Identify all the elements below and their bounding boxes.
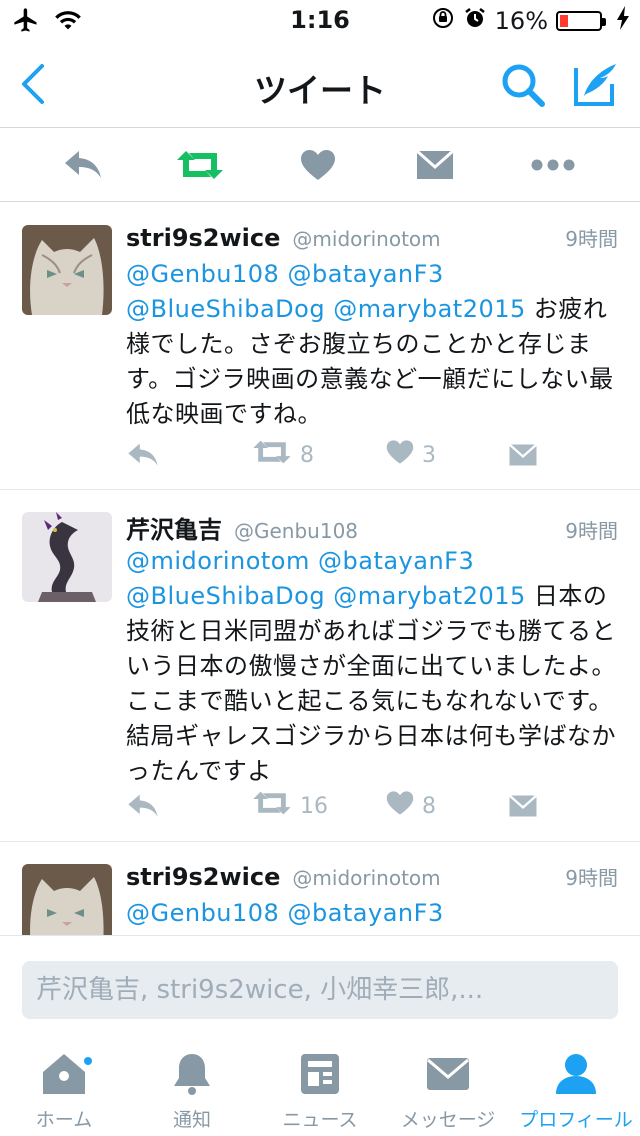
avatar-cat[interactable] [22,864,112,935]
direct-message-icon[interactable] [410,140,460,190]
tab-bar: ホーム 通知 ニュース メッセージ プロフィール [0,1043,640,1136]
tweet-timestamp: 9時間 [565,519,618,543]
tab-news[interactable]: ニュース [256,1051,384,1135]
battery-percent: 16% [494,7,548,35]
tab-label: ニュース [282,1109,358,1131]
tweet-item[interactable]: 芹沢亀吉 @Genbu108 9時間 @midorinotom @batayan… [0,490,640,842]
tab-label: プロフィール [519,1109,633,1131]
profile-icon [555,1052,597,1100]
reply-icon[interactable] [126,437,160,473]
reply-input[interactable] [22,961,618,1019]
reply-icon[interactable] [126,788,160,824]
like-button[interactable]: 3 [386,437,436,473]
tweet-actions: 8 3 [126,437,596,473]
tweet-author-name[interactable]: stri9s2wice [126,863,280,891]
tweet-text: @Genbu108 @batayanF3 [126,896,618,931]
like-icon [386,790,414,822]
status-bar: 1:16 16% [0,0,640,40]
tweet-author-name[interactable]: 芹沢亀吉 [126,510,222,545]
charging-icon [616,6,630,36]
tweet-author-handle[interactable]: @midorinotom [292,866,440,890]
reply-icon[interactable] [58,140,108,190]
tweet-timestamp: 9時間 [565,866,618,890]
avatar-dragon[interactable] [22,512,112,602]
message-icon [426,1057,470,1095]
retweet-button[interactable]: 16 [252,788,328,824]
tab-label: 通知 [172,1109,211,1131]
tweet-author-name[interactable]: stri9s2wice [126,224,280,252]
tab-notifications[interactable]: 通知 [128,1051,256,1135]
avatar-cat[interactable] [22,225,112,315]
like-button[interactable]: 8 [386,788,436,824]
tweet-item[interactable]: stri9s2wice @midorinotom 9時間 @Genbu108 @… [0,203,640,490]
tab-profile[interactable]: プロフィール [512,1051,640,1135]
tweet-mentions[interactable]: @Genbu108 @batayanF3 [126,899,444,927]
like-icon[interactable] [293,140,343,190]
retweet-button[interactable]: 8 [252,437,314,473]
bell-icon [172,1052,212,1100]
tweet-author-handle[interactable]: @midorinotom [292,227,440,251]
tab-home[interactable]: ホーム [0,1051,128,1135]
search-icon[interactable] [500,62,546,108]
reply-bar [0,935,640,1043]
direct-message-icon[interactable] [508,788,538,824]
battery-icon [556,11,606,31]
tweet-action-toolbar [0,128,640,202]
tweet-text: @Genbu108 @batayanF3 @BlueShibaDog @mary… [126,257,618,432]
tweet-body: 日本の技術と日米同盟があればゴジラでも勝てるという日本の傲慢さが全面に出ていまし… [126,582,616,785]
tab-label: ホーム [35,1109,93,1131]
tab-messages[interactable]: メッセージ [384,1051,512,1135]
news-icon [300,1053,340,1099]
retweet-count: 8 [300,442,314,468]
retweet-icon [252,439,292,471]
tweet-item[interactable]: stri9s2wice @midorinotom 9時間 @Genbu108 @… [0,842,640,935]
like-icon [386,439,414,471]
tweet-timestamp: 9時間 [565,227,618,251]
reply-list[interactable]: stri9s2wice @midorinotom 9時間 @Genbu108 @… [0,203,640,935]
direct-message-icon[interactable] [508,437,538,473]
tweet-text: @midorinotom @batayanF3 @BlueShibaDog @m… [126,544,618,789]
tab-label: メッセージ [400,1109,496,1131]
nav-bar: ツイート [0,40,640,128]
tweet-mentions[interactable]: @midorinotom @batayanF3 @BlueShibaDog @m… [126,547,526,610]
tweet-actions: 16 8 [126,788,596,824]
like-count: 8 [422,793,436,819]
compose-tweet-icon[interactable] [572,60,620,108]
more-icon[interactable] [528,140,578,190]
retweet-count: 16 [300,793,328,819]
orientation-lock-icon [431,6,455,36]
tweet-mentions[interactable]: @Genbu108 @batayanF3 @BlueShibaDog @mary… [126,260,526,323]
notification-dot [82,1055,94,1067]
tweet-author-handle[interactable]: @Genbu108 [234,519,358,543]
retweet-icon [252,790,292,822]
home-icon [41,1052,87,1100]
alarm-icon [463,6,487,36]
retweet-icon[interactable] [175,140,225,190]
like-count: 3 [422,442,436,468]
